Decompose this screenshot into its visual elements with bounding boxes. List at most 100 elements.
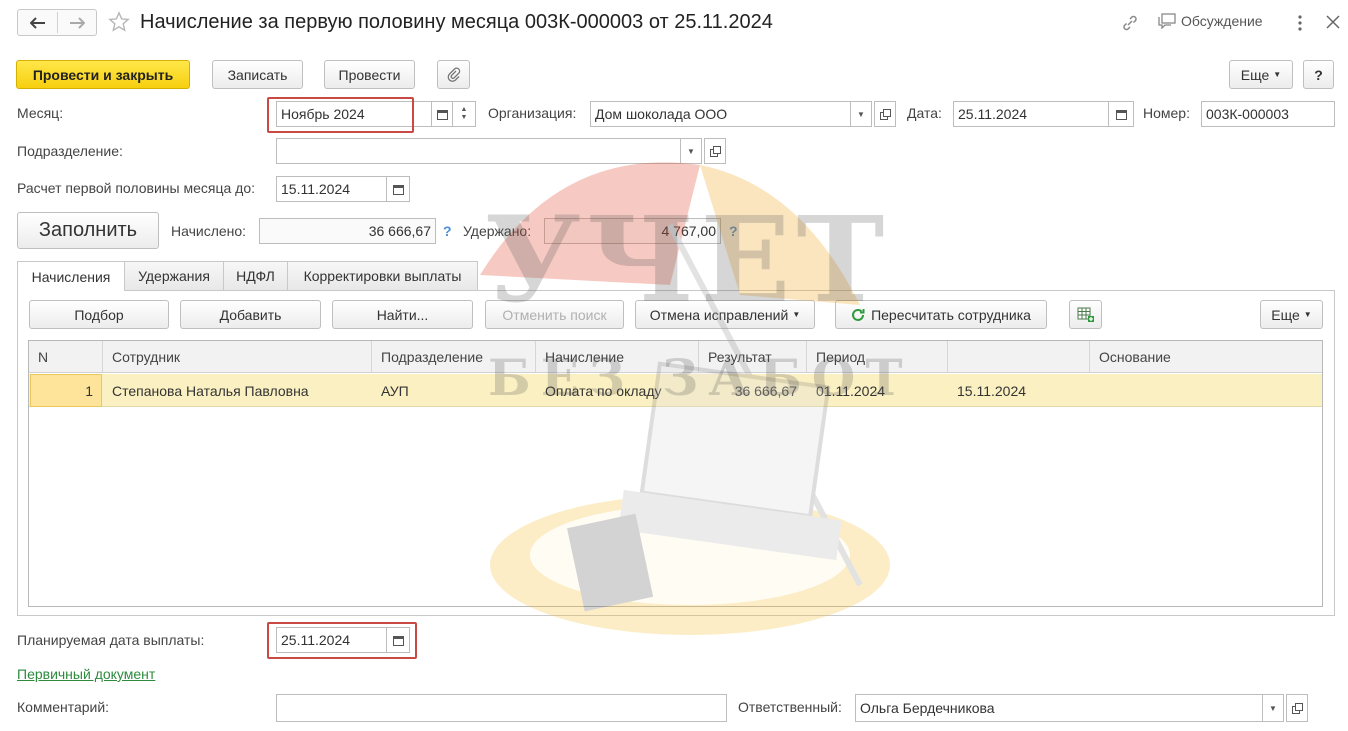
cell-period-to[interactable]: 15.11.2024 bbox=[948, 374, 1090, 407]
col-period-end[interactable] bbox=[948, 341, 1090, 372]
forward-button[interactable] bbox=[58, 10, 96, 35]
select-button[interactable]: Подбор bbox=[29, 300, 169, 329]
refresh-icon bbox=[852, 308, 865, 321]
primary-document-link[interactable]: Первичный документ bbox=[17, 666, 155, 682]
paperclip-icon bbox=[447, 67, 460, 82]
caret-down-icon: ▼ bbox=[792, 310, 801, 319]
calendar-icon bbox=[392, 635, 404, 646]
cancel-search-button[interactable]: Отменить поиск bbox=[485, 300, 624, 329]
arrow-right-icon bbox=[70, 16, 85, 29]
division-dropdown-button[interactable]: ▼ bbox=[680, 138, 702, 164]
open-window-icon bbox=[879, 108, 891, 120]
responsible-open-button[interactable] bbox=[1286, 694, 1308, 722]
more-button[interactable]: Еще ▼ bbox=[1229, 60, 1293, 89]
division-field[interactable] bbox=[276, 138, 681, 164]
calc-until-calendar-button[interactable] bbox=[386, 176, 410, 202]
close-icon[interactable] bbox=[1326, 15, 1340, 29]
post-button[interactable]: Провести bbox=[324, 60, 415, 89]
org-label: Организация: bbox=[488, 105, 577, 121]
withheld-value: 4 767,00 bbox=[544, 218, 721, 244]
cell-employee[interactable]: Степанова Наталья Павловна bbox=[103, 374, 372, 407]
caret-down-icon: ▼ bbox=[1273, 70, 1282, 79]
more-vertical-icon[interactable] bbox=[1292, 14, 1308, 32]
caret-down-icon: ▼ bbox=[687, 146, 695, 156]
page-title: Начисление за первую половину месяца 003… bbox=[140, 11, 773, 33]
caret-down-icon: ▼ bbox=[1303, 310, 1312, 319]
accrued-label: Начислено: bbox=[171, 223, 247, 239]
attach-button[interactable] bbox=[437, 60, 470, 89]
help-button[interactable]: ? bbox=[1303, 60, 1334, 89]
org-field[interactable]: Дом шоколада ООО bbox=[590, 101, 851, 127]
more-button-label: Еще bbox=[1240, 66, 1270, 83]
planned-date-label: Планируемая дата выплаты: bbox=[17, 632, 205, 648]
tab-payment-corrections[interactable]: Корректировки выплаты bbox=[287, 261, 478, 290]
cell-accrual[interactable]: Оплата по окладу bbox=[536, 374, 699, 407]
save-button[interactable]: Записать bbox=[212, 60, 303, 89]
recalculate-employee-button[interactable]: Пересчитать сотрудника bbox=[835, 300, 1047, 329]
link-icon[interactable] bbox=[1121, 14, 1139, 32]
discussion-button[interactable]: Обсуждение bbox=[1158, 13, 1263, 29]
tab-accruals[interactable]: Начисления bbox=[17, 261, 125, 291]
responsible-field[interactable]: Ольга Бердечникова bbox=[855, 694, 1263, 722]
cell-result[interactable]: 36 666,67 bbox=[699, 374, 807, 407]
discussion-label: Обсуждение bbox=[1181, 13, 1263, 29]
table-more-label: Еще bbox=[1271, 306, 1300, 323]
planned-date-field[interactable]: 25.11.2024 bbox=[276, 627, 387, 653]
cell-period-from[interactable]: 01.11.2024 bbox=[807, 374, 948, 407]
col-period[interactable]: Период bbox=[807, 341, 948, 372]
col-result[interactable]: Результат bbox=[699, 341, 807, 372]
col-division[interactable]: Подразделение bbox=[372, 341, 536, 372]
accrued-value: 36 666,67 bbox=[259, 218, 436, 244]
month-spinner[interactable]: ▲ ▼ bbox=[452, 101, 476, 127]
find-button[interactable]: Найти... bbox=[332, 300, 473, 329]
recalculate-label: Пересчитать сотрудника bbox=[871, 306, 1031, 323]
comment-field[interactable] bbox=[276, 694, 727, 722]
calendar-icon bbox=[1115, 109, 1127, 120]
table-more-button[interactable]: Еще ▼ bbox=[1260, 300, 1323, 329]
spin-up-icon: ▲ bbox=[460, 106, 468, 113]
date-label: Дата: bbox=[907, 105, 942, 121]
month-label: Месяц: bbox=[17, 105, 64, 121]
withheld-hint-icon[interactable]: ? bbox=[729, 223, 738, 239]
month-field[interactable]: Ноябрь 2024 bbox=[276, 101, 432, 127]
open-window-icon bbox=[1291, 702, 1303, 714]
planned-date-calendar-button[interactable] bbox=[386, 627, 410, 653]
col-employee[interactable]: Сотрудник bbox=[103, 341, 372, 372]
comment-label: Комментарий: bbox=[17, 699, 110, 715]
cancel-corrections-label: Отмена исправлений bbox=[649, 306, 789, 323]
org-open-button[interactable] bbox=[874, 101, 896, 127]
date-calendar-button[interactable] bbox=[1108, 101, 1134, 127]
open-window-icon bbox=[709, 145, 721, 157]
org-dropdown-button[interactable]: ▼ bbox=[850, 101, 872, 127]
accrued-hint-icon[interactable]: ? bbox=[443, 223, 452, 239]
division-open-button[interactable] bbox=[704, 138, 726, 164]
spin-down-icon: ▼ bbox=[460, 114, 468, 121]
arrow-left-icon bbox=[29, 16, 45, 29]
withheld-label: Удержано: bbox=[463, 223, 532, 239]
post-and-close-button[interactable]: Провести и закрыть bbox=[16, 60, 190, 89]
tab-ndfl[interactable]: НДФЛ bbox=[223, 261, 288, 290]
cell-basis[interactable] bbox=[1090, 374, 1322, 407]
col-basis[interactable]: Основание bbox=[1090, 341, 1322, 372]
add-button[interactable]: Добавить bbox=[180, 300, 321, 329]
calc-until-label: Расчет первой половины месяца до: bbox=[17, 180, 255, 196]
tab-withholdings[interactable]: Удержания bbox=[124, 261, 224, 290]
favorite-star-icon[interactable] bbox=[108, 11, 130, 33]
fill-button[interactable]: Заполнить bbox=[17, 212, 159, 249]
number-field[interactable]: 003К-000003 bbox=[1201, 101, 1335, 127]
table-settings-button[interactable] bbox=[1069, 300, 1102, 329]
col-accrual[interactable]: Начисление bbox=[536, 341, 699, 372]
back-button[interactable] bbox=[18, 10, 57, 35]
cell-n[interactable]: 1 bbox=[30, 374, 102, 407]
caret-down-icon: ▼ bbox=[857, 109, 865, 119]
caret-down-icon: ▼ bbox=[1269, 703, 1277, 713]
table-add-icon bbox=[1077, 307, 1094, 322]
cancel-corrections-button[interactable]: Отмена исправлений ▼ bbox=[635, 300, 815, 329]
date-field[interactable]: 25.11.2024 bbox=[953, 101, 1109, 127]
responsible-dropdown-button[interactable]: ▼ bbox=[1262, 694, 1284, 722]
month-calendar-button[interactable] bbox=[431, 101, 453, 127]
calendar-icon bbox=[436, 109, 448, 120]
cell-division[interactable]: АУП bbox=[372, 374, 536, 407]
col-n[interactable]: N bbox=[29, 341, 103, 372]
calc-until-field[interactable]: 15.11.2024 bbox=[276, 176, 387, 202]
